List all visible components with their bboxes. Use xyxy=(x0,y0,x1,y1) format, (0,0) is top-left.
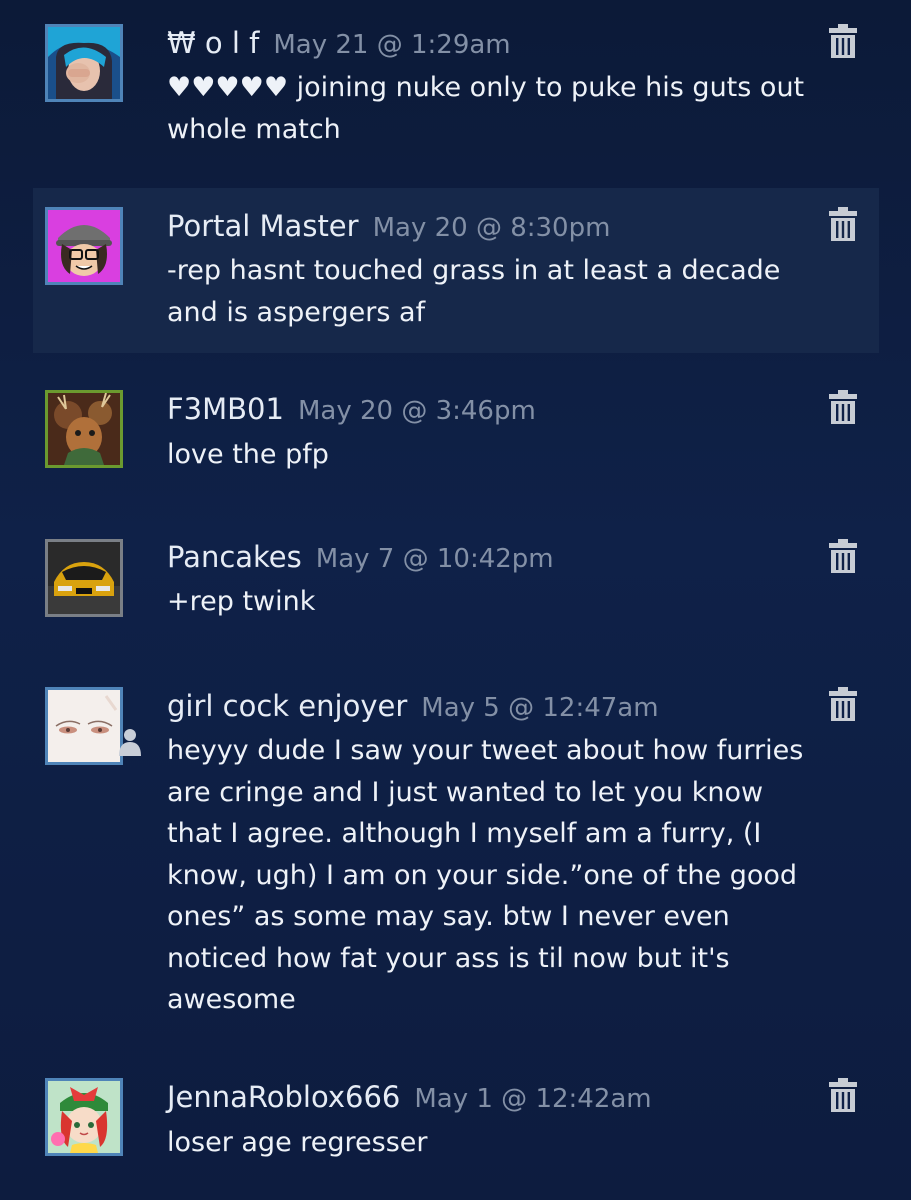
avatar[interactable] xyxy=(45,687,123,765)
comment-timestamp: May 21 @ 1:29am xyxy=(273,30,511,60)
comment-timestamp: May 20 @ 3:46pm xyxy=(297,396,536,426)
avatar-image xyxy=(48,210,120,282)
avatar-image xyxy=(48,690,120,762)
avatar[interactable] xyxy=(45,539,123,617)
comment-text: heyyy dude I saw your tweet about how fu… xyxy=(167,735,804,1015)
comment-text: love the pfp xyxy=(167,439,329,470)
comment-text: ♥♥♥♥♥ joining nuke only to puke his guts… xyxy=(167,72,805,145)
author-name[interactable]: F3MB01 xyxy=(167,392,284,426)
comment-text: -rep hasnt touched grass in at least a d… xyxy=(167,255,781,328)
avatar[interactable] xyxy=(45,24,123,102)
trash-icon xyxy=(829,539,857,573)
comment-list: ₩ o l f May 21 @ 1:29am ♥♥♥♥♥ joining nuk… xyxy=(0,0,911,1200)
author-line: girl cock enjoyer May 5 @ 12:47am xyxy=(167,689,659,723)
comment-timestamp: May 20 @ 8:30pm xyxy=(372,213,611,243)
delete-comment-button[interactable] xyxy=(828,1078,858,1114)
author-name[interactable]: JennaRoblox666 xyxy=(167,1080,400,1114)
comment-item: F3MB01 May 20 @ 3:46pm love the pfp xyxy=(33,372,879,492)
trash-icon xyxy=(829,24,857,58)
author-name[interactable]: Portal Master xyxy=(167,209,359,243)
delete-comment-button[interactable] xyxy=(828,390,858,426)
avatar[interactable] xyxy=(45,207,123,285)
delete-comment-button[interactable] xyxy=(828,24,858,60)
author-name[interactable]: Pancakes xyxy=(167,540,302,574)
comment-timestamp: May 1 @ 12:42am xyxy=(414,1084,652,1114)
comment-item: girl cock enjoyer May 5 @ 12:47am heyyy d… xyxy=(33,668,879,1028)
comment-text: +rep twink xyxy=(167,586,316,617)
author-line: ₩ o l f May 21 @ 1:29am xyxy=(167,26,511,60)
author-line: Pancakes May 7 @ 10:42pm xyxy=(167,540,554,574)
avatar-image xyxy=(48,27,120,99)
avatar[interactable] xyxy=(45,390,123,468)
comment-timestamp: May 7 @ 10:42pm xyxy=(315,544,554,574)
author-line: F3MB01 May 20 @ 3:46pm xyxy=(167,392,536,426)
trash-icon xyxy=(829,687,857,721)
author-line: JennaRoblox666 May 1 @ 12:42am xyxy=(167,1080,652,1114)
comment-item: Pancakes May 7 @ 10:42pm +rep twink xyxy=(33,520,879,640)
trash-icon xyxy=(829,207,857,241)
avatar-image xyxy=(48,542,120,614)
comment-timestamp: May 5 @ 12:47am xyxy=(421,693,659,723)
delete-comment-button[interactable] xyxy=(828,687,858,723)
comment-item: ₩ o l f May 21 @ 1:29am ♥♥♥♥♥ joining nuk… xyxy=(33,0,879,170)
avatar[interactable] xyxy=(45,1078,123,1156)
comment-item: JennaRoblox666 May 1 @ 12:42am loser age … xyxy=(33,1060,879,1190)
avatar-image xyxy=(48,393,120,465)
author-name[interactable]: girl cock enjoyer xyxy=(167,689,407,723)
trash-icon xyxy=(829,1078,857,1112)
comment-item: Portal Master May 20 @ 8:30pm -rep hasnt … xyxy=(33,188,879,353)
delete-comment-button[interactable] xyxy=(828,207,858,243)
avatar-image xyxy=(48,1081,120,1153)
author-line: Portal Master May 20 @ 8:30pm xyxy=(167,209,610,243)
comment-text: loser age regresser xyxy=(167,1127,428,1158)
author-name[interactable]: ₩ o l f xyxy=(167,26,259,60)
trash-icon xyxy=(829,390,857,424)
friend-status-icon xyxy=(117,726,143,758)
delete-comment-button[interactable] xyxy=(828,539,858,575)
